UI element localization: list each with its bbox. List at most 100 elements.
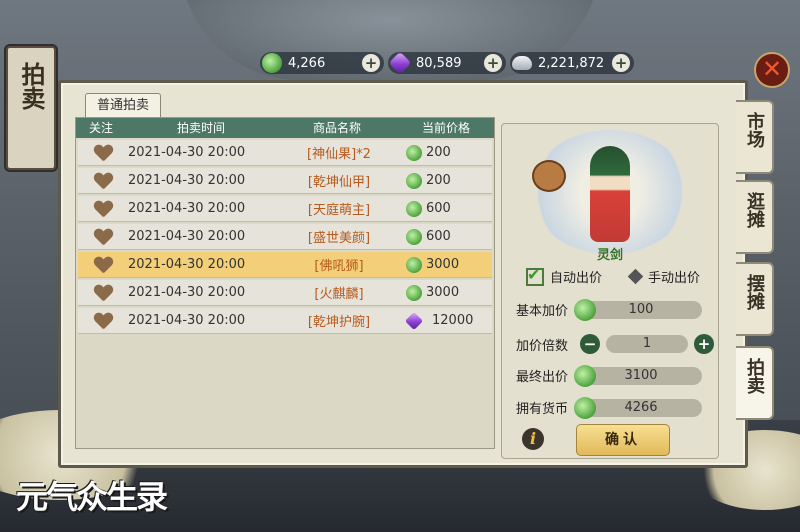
jade-coin-icon — [406, 144, 422, 161]
auction-time: 2021-04-30 20:00 — [128, 145, 246, 160]
column-header: 当前价格 — [421, 121, 470, 135]
auction-list: 关注 拍卖时间 商品名称 当前价格 2021-04-30 20:00 [神仙果]… — [75, 117, 495, 449]
heart-icon[interactable] — [94, 173, 112, 189]
item-price: 600 — [426, 201, 451, 216]
heart-icon[interactable] — [94, 201, 112, 217]
increase-button[interactable]: + — [694, 334, 714, 354]
tab-set-up-stall-label: 摆摊 — [744, 274, 765, 310]
pet-icon — [532, 160, 566, 192]
game-logo: 元气众生录 — [16, 478, 168, 516]
tab-market-label: 市场 — [744, 112, 765, 148]
item-price: 12000 — [432, 313, 474, 328]
currency-jade: 4,266 + — [260, 52, 384, 74]
tab-set-up-stall[interactable]: 摆摊 — [736, 262, 774, 336]
final-bid-value: 3100 — [624, 367, 658, 383]
title-banner: 拍卖 — [6, 46, 56, 170]
table-header: 关注 拍卖时间 商品名称 当前价格 — [76, 118, 494, 138]
heart-icon[interactable] — [94, 285, 112, 301]
currency-value: 2,221,872 — [538, 55, 605, 71]
item-price: 3000 — [426, 285, 460, 300]
table-row[interactable]: 2021-04-30 20:00 [乾坤护腕] 12000 — [78, 308, 492, 334]
owned-currency-row: 拥有货币 4266 — [516, 396, 702, 419]
column-header: 关注 — [88, 121, 113, 135]
tab-normal-auction[interactable]: 普通拍卖 — [85, 93, 161, 118]
currency-silver: 2,221,872 + — [510, 52, 634, 74]
item-price: 200 — [426, 145, 451, 160]
tab-market[interactable]: 市场 — [736, 100, 774, 174]
item-name: [神仙果]*2 — [307, 147, 371, 162]
heart-icon[interactable] — [94, 229, 112, 245]
table-row[interactable]: 2021-04-30 20:00 [火麒麟] 3000 — [78, 280, 492, 306]
currency-value: 4,266 — [288, 55, 326, 71]
confirm-button[interactable]: 确认 — [576, 424, 670, 456]
auto-bid-option[interactable]: 自动出价 — [526, 265, 603, 286]
add-silver-button[interactable]: + — [612, 54, 630, 72]
jade-coin-icon — [262, 53, 282, 73]
item-name: [乾坤仙甲] — [307, 175, 371, 190]
table-row[interactable]: 2021-04-30 20:00 [盛世美颜] 600 — [78, 224, 492, 250]
item-name: [天庭萌主] — [307, 203, 371, 218]
jade-coin-icon — [406, 200, 422, 217]
table-row[interactable]: 2021-04-30 20:00 [天庭萌主] 600 — [78, 196, 492, 222]
bid-detail-panel: 灵剑 自动出价 手动出价 基本加价 100 加价倍数 − 1 + 最终出价 — [501, 123, 719, 459]
auction-time: 2021-04-30 20:00 — [128, 257, 246, 272]
multiplier-label: 加价倍数 — [516, 338, 569, 354]
jade-coin-icon — [574, 396, 596, 419]
item-price: 3000 — [426, 257, 460, 272]
multiplier-row: 加价倍数 − 1 + — [516, 334, 714, 354]
column-header: 拍卖时间 — [176, 121, 225, 135]
manual-bid-label: 手动出价 — [648, 271, 701, 286]
item-name: [盛世美颜] — [307, 231, 371, 246]
diamond-radio-icon[interactable] — [627, 268, 644, 285]
table-row-selected[interactable]: 2021-04-30 20:00 [佛吼狮] 3000 — [78, 252, 492, 278]
owned-currency-field: 4266 — [574, 396, 702, 419]
jade-coin-icon — [406, 284, 422, 301]
owned-currency-value: 4266 — [624, 399, 658, 415]
auction-time: 2021-04-30 20:00 — [128, 201, 246, 216]
jade-coin-icon — [406, 172, 422, 189]
base-increment-field: 100 — [574, 298, 702, 321]
item-character-name: 灵剑 — [596, 248, 623, 263]
auto-bid-label: 自动出价 — [550, 271, 603, 286]
multiplier-field: 1 — [606, 335, 688, 353]
add-gem-button[interactable]: + — [484, 54, 502, 72]
jade-coin-icon — [406, 228, 422, 245]
heart-icon[interactable] — [94, 313, 112, 329]
page-title: 拍卖 — [17, 62, 46, 110]
base-increment-row: 基本加价 100 — [516, 298, 702, 321]
heart-icon[interactable] — [94, 257, 112, 273]
table-row[interactable]: 2021-04-30 20:00 [乾坤仙甲] 200 — [78, 168, 492, 194]
base-increment-label: 基本加价 — [516, 304, 569, 319]
auction-time: 2021-04-30 20:00 — [128, 313, 246, 328]
close-button[interactable]: ✕ — [754, 52, 790, 88]
item-name: [佛吼狮] — [314, 259, 364, 274]
final-bid-row: 最终出价 3100 — [516, 364, 702, 387]
jade-coin-icon — [406, 256, 422, 273]
final-bid-field: 3100 — [574, 364, 702, 387]
auction-time: 2021-04-30 20:00 — [128, 229, 246, 244]
owned-currency-label: 拥有货币 — [516, 402, 569, 417]
multiplier-value: 1 — [642, 336, 652, 351]
item-name: [乾坤护腕] — [307, 315, 371, 330]
tab-browse-stalls-label: 逛摊 — [744, 192, 765, 228]
purple-gem-icon — [388, 51, 412, 75]
base-increment-value: 100 — [628, 301, 654, 317]
column-header: 商品名称 — [312, 121, 361, 135]
checkbox-checked-icon[interactable] — [526, 265, 544, 286]
manual-bid-option[interactable]: 手动出价 — [627, 267, 701, 286]
heart-icon[interactable] — [94, 145, 112, 161]
auction-panel: 普通拍卖 关注 拍卖时间 商品名称 当前价格 2021-04-30 20:00 … — [58, 80, 748, 468]
silver-ingot-icon — [512, 56, 532, 70]
purple-gem-icon — [404, 311, 424, 330]
tab-auction-label: 拍卖 — [744, 358, 765, 394]
character-figure — [590, 146, 630, 242]
decrease-button[interactable]: − — [580, 334, 600, 354]
tab-browse-stalls[interactable]: 逛摊 — [736, 180, 774, 254]
auction-time: 2021-04-30 20:00 — [128, 285, 246, 300]
table-row[interactable]: 2021-04-30 20:00 [神仙果]*2 200 — [78, 140, 492, 166]
info-button[interactable]: i — [522, 428, 544, 450]
add-jade-button[interactable]: + — [362, 54, 380, 72]
jade-coin-icon — [574, 298, 596, 321]
tab-auction[interactable]: 拍卖 — [736, 346, 774, 420]
currency-gem: 80,589 + — [388, 51, 506, 75]
